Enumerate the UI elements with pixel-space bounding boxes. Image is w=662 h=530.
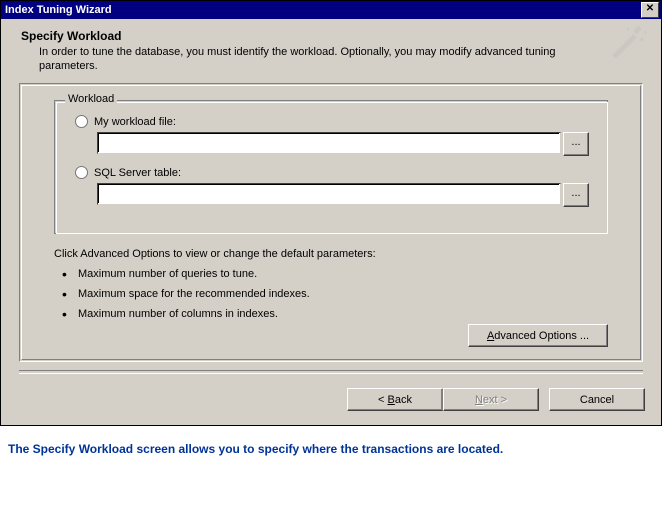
wizard-wand-icon [607,25,649,61]
radio-sql-table[interactable]: SQL Server table: [73,166,589,179]
page-subheading: In order to tune the database, you must … [39,45,583,73]
advanced-intro: Click Advanced Options to view or change… [54,248,608,260]
workload-groupbox: Workload My workload file: ... SQL Serve… [54,100,608,234]
bullet-item: Maximum number of columns in indexes. [58,308,608,320]
radio-sql-table-input[interactable] [75,166,88,179]
advanced-bullet-list: Maximum number of queries to tune. Maxim… [58,268,608,320]
figure-caption: The Specify Workload screen allows you t… [0,426,662,468]
titlebar: Index Tuning Wizard ✕ [1,1,661,19]
divider [19,370,643,374]
radio-sql-table-label: SQL Server table: [94,167,181,179]
radio-workload-file[interactable]: My workload file: [73,115,589,128]
window-title: Index Tuning Wizard [5,4,112,16]
next-button[interactable]: Next > [443,388,539,411]
close-button[interactable]: ✕ [641,2,659,18]
page-heading: Specify Workload [21,29,643,43]
browse-table-button[interactable]: ... [563,183,589,207]
back-button[interactable]: < Back [347,388,443,411]
radio-workload-file-label: My workload file: [94,116,176,128]
wizard-window: Index Tuning Wizard ✕ Specify Workload I… [0,0,662,426]
cancel-button[interactable]: Cancel [549,388,645,411]
radio-workload-file-input[interactable] [75,115,88,128]
bullet-item: Maximum number of queries to tune. [58,268,608,280]
workload-file-input[interactable] [97,132,561,154]
sql-table-input[interactable] [97,183,561,205]
browse-file-button[interactable]: ... [563,132,589,156]
main-panel: Workload My workload file: ... SQL Serve… [19,83,643,362]
nav-button-row: < Back Next > Cancel [1,388,661,425]
bullet-item: Maximum space for the recommended indexe… [58,288,608,300]
advanced-options-button[interactable]: Advanced Options ... [468,324,608,347]
content-area: Specify Workload In order to tune the da… [1,19,661,388]
group-label: Workload [65,93,117,105]
